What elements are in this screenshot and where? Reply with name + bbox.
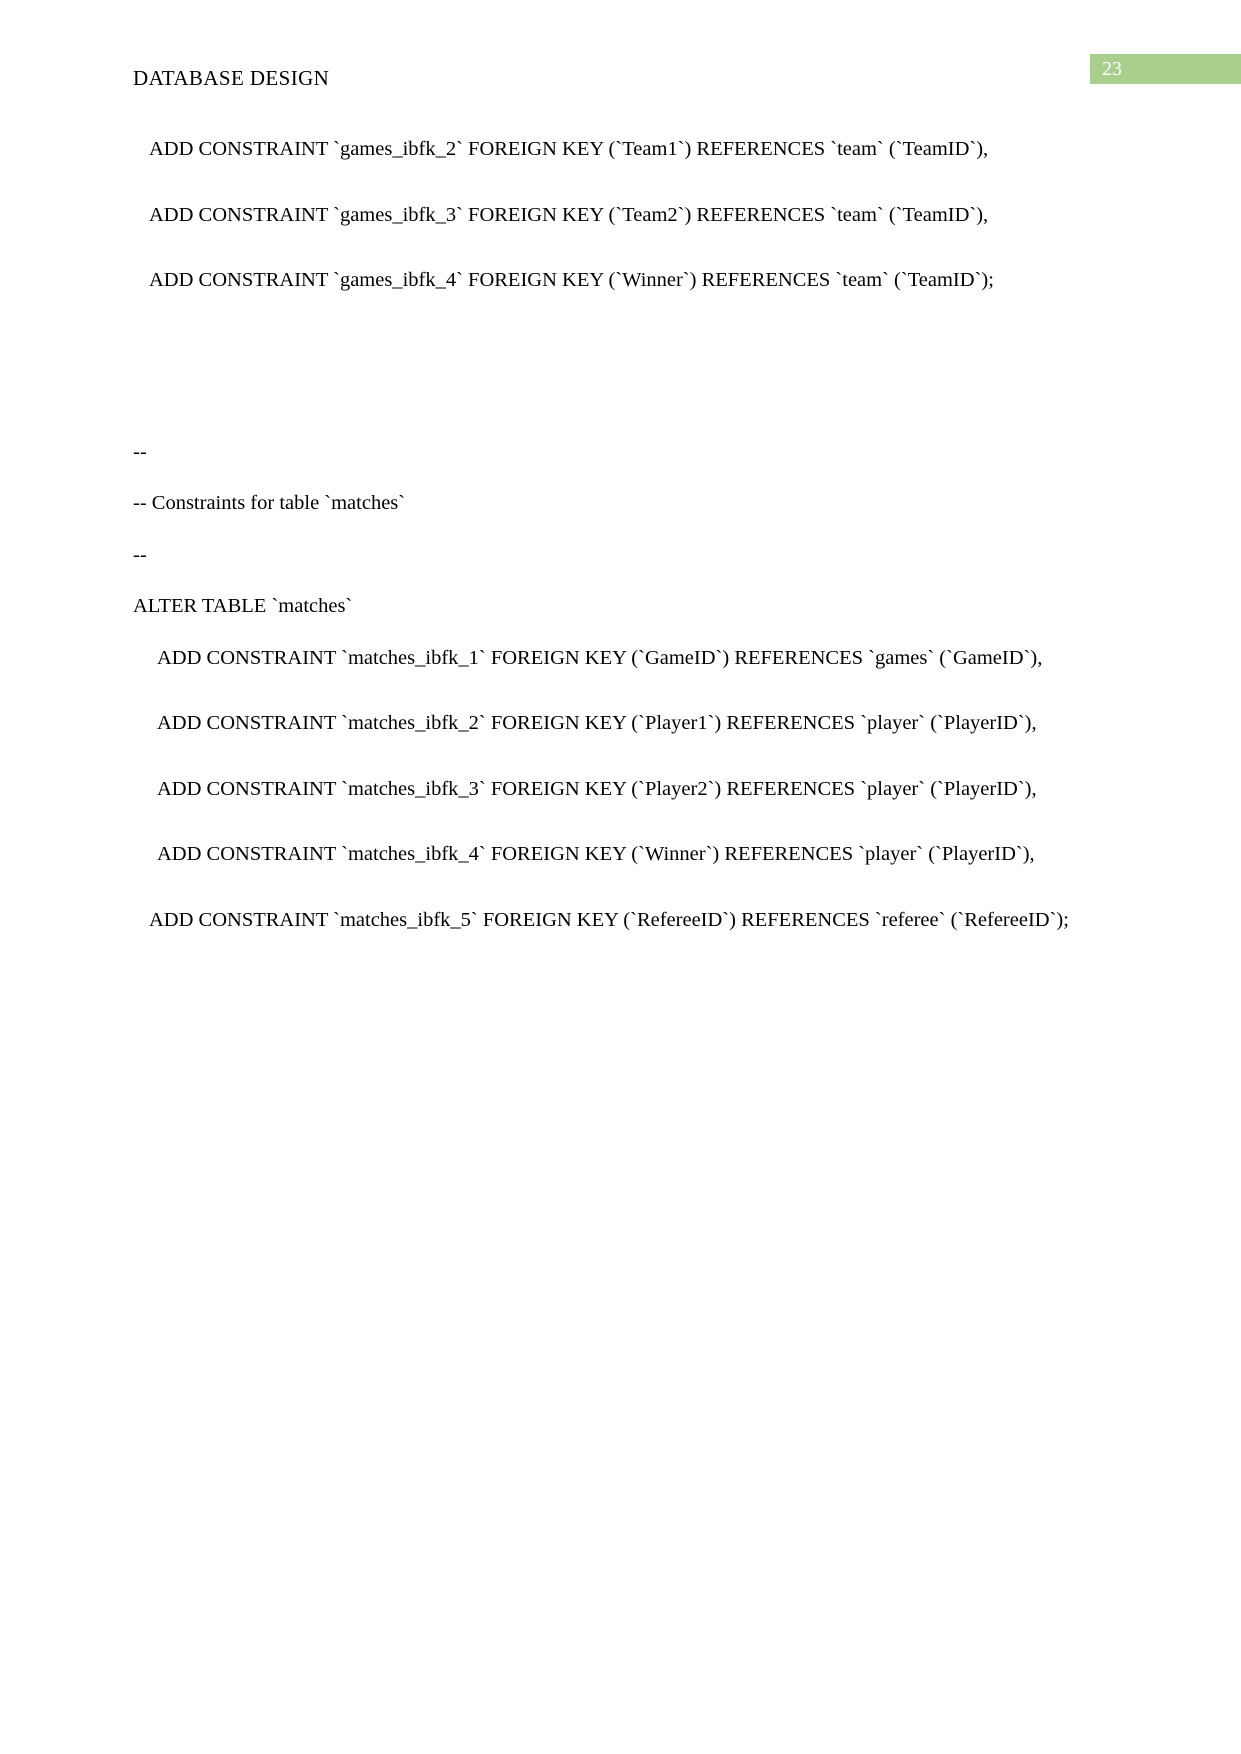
document-body: ADD CONSTRAINT `games_ibfk_2` FOREIGN KE… [133, 124, 1090, 946]
document-page: DATABASE DESIGN 23 ADD CONSTRAINT `games… [0, 0, 1241, 1754]
page-header: DATABASE DESIGN 23 [0, 0, 1241, 110]
sql-comment-close: -- [133, 543, 147, 566]
sql-statement-games-ibfk-3: ADD CONSTRAINT `games_ibfk_3` FOREIGN KE… [149, 203, 989, 226]
sql-comment-title: -- Constraints for table `matches` [133, 492, 406, 514]
sql-statement-matches-ibfk-3: ADD CONSTRAINT `matches_ibfk_3` FOREIGN … [157, 777, 1037, 800]
page-title: DATABASE DESIGN [133, 66, 330, 90]
page-number-badge: 23 [1090, 54, 1241, 84]
sql-statement-matches-ibfk-5: ADD CONSTRAINT `matches_ibfk_5` FOREIGN … [149, 908, 1069, 931]
sql-statement-games-ibfk-4: ADD CONSTRAINT `games_ibfk_4` FOREIGN KE… [149, 269, 994, 291]
page-number-label: 23 [1102, 58, 1122, 80]
sql-alter-table-matches: ALTER TABLE `matches` [133, 595, 353, 617]
sql-statement-matches-ibfk-4: ADD CONSTRAINT `matches_ibfk_4` FOREIGN … [157, 843, 1035, 865]
sql-statement-matches-ibfk-2: ADD CONSTRAINT `matches_ibfk_2` FOREIGN … [157, 712, 1037, 734]
sql-statement-games-ibfk-2: ADD CONSTRAINT `games_ibfk_2` FOREIGN KE… [149, 138, 989, 160]
sql-comment-open: -- [133, 440, 147, 463]
sql-statement-matches-ibfk-1: ADD CONSTRAINT `matches_ibfk_1` FOREIGN … [157, 646, 1043, 669]
